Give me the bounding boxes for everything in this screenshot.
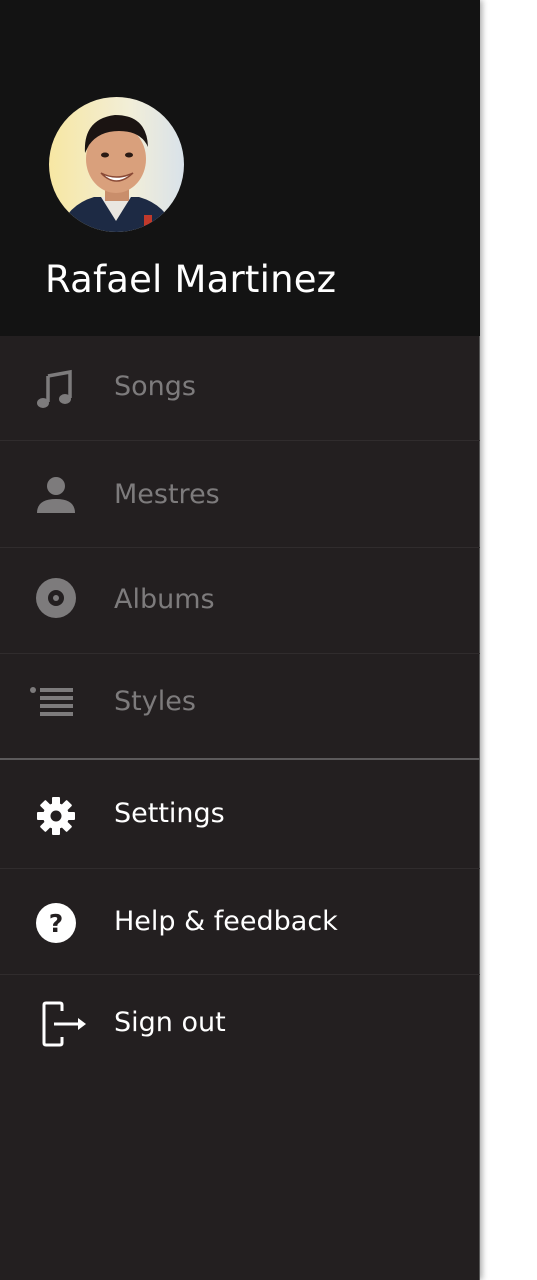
music-note-icon <box>34 368 78 412</box>
menu-item-songs[interactable]: Songs <box>0 336 480 440</box>
menu-item-mestres[interactable]: Mestres <box>0 441 480 547</box>
menu-item-label: Styles <box>114 686 196 717</box>
list-icon <box>28 682 73 726</box>
user-name: Rafael Martinez <box>45 258 337 301</box>
menu-item-label: Help & feedback <box>114 906 338 937</box>
menu-item-label: Albums <box>114 584 215 615</box>
disc-icon <box>34 576 78 620</box>
menu-item-label: Songs <box>114 371 196 402</box>
menu-item-label: Mestres <box>114 479 220 510</box>
menu-item-styles[interactable]: Styles <box>0 654 480 758</box>
navigation-drawer: Rafael Martinez Songs Mestres Albums Sty… <box>0 0 480 1280</box>
sign-out-icon <box>40 1001 90 1049</box>
menu-item-settings[interactable]: Settings <box>0 760 480 868</box>
menu-item-help-feedback[interactable]: ? Help & feedback <box>0 869 480 974</box>
gear-icon <box>34 794 78 838</box>
person-icon <box>34 473 78 517</box>
menu-item-label: Sign out <box>114 1007 226 1038</box>
help-icon: ? <box>34 901 78 945</box>
menu-item-albums[interactable]: Albums <box>0 548 480 653</box>
avatar[interactable] <box>49 97 184 232</box>
menu-item-label: Settings <box>114 798 225 829</box>
drawer-header: Rafael Martinez <box>0 0 480 336</box>
svg-text:?: ? <box>49 909 64 938</box>
menu-item-sign-out[interactable]: Sign out <box>0 975 480 1075</box>
